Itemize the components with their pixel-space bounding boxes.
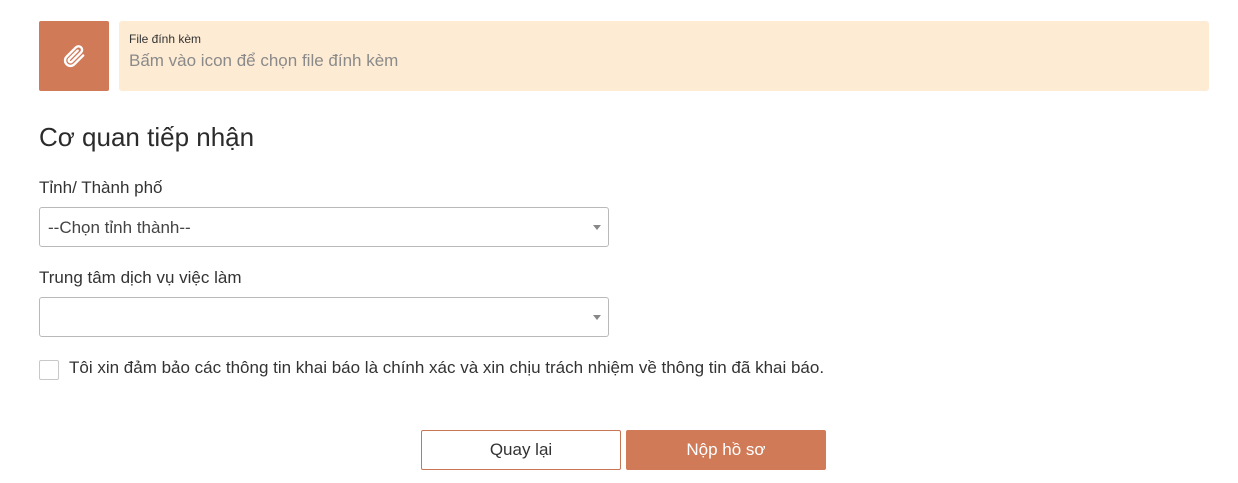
agreement-text: Tôi xin đảm bảo các thông tin khai báo l…: [69, 358, 825, 377]
attachment-label: File đính kèm: [129, 32, 202, 46]
section-title: Cơ quan tiếp nhận: [39, 122, 255, 152]
attachment-row: File đính kèm Bấm vào icon để chọn file …: [39, 21, 1209, 91]
province-select[interactable]: --Chọn tỉnh thành--: [39, 207, 609, 247]
agreement-checkbox[interactable]: [39, 360, 59, 380]
dropdown-arrow-icon: [593, 315, 601, 320]
attach-file-button[interactable]: [39, 21, 109, 91]
employment-center-select[interactable]: [39, 297, 609, 337]
submit-button[interactable]: Nộp hồ sơ: [626, 430, 826, 470]
attachment-placeholder: Bấm vào icon để chọn file đính kèm: [129, 51, 399, 70]
agreement-row: Tôi xin đảm bảo các thông tin khai báo l…: [39, 358, 939, 380]
province-selected-value: --Chọn tỉnh thành--: [48, 218, 191, 237]
dropdown-arrow-icon: [593, 225, 601, 230]
province-label: Tỉnh/ Thành phố: [39, 178, 163, 197]
paperclip-icon: [63, 45, 85, 68]
back-button[interactable]: Quay lại: [421, 430, 621, 470]
attachment-field[interactable]: File đính kèm Bấm vào icon để chọn file …: [119, 21, 1209, 91]
employment-center-label: Trung tâm dịch vụ việc làm: [39, 268, 242, 287]
